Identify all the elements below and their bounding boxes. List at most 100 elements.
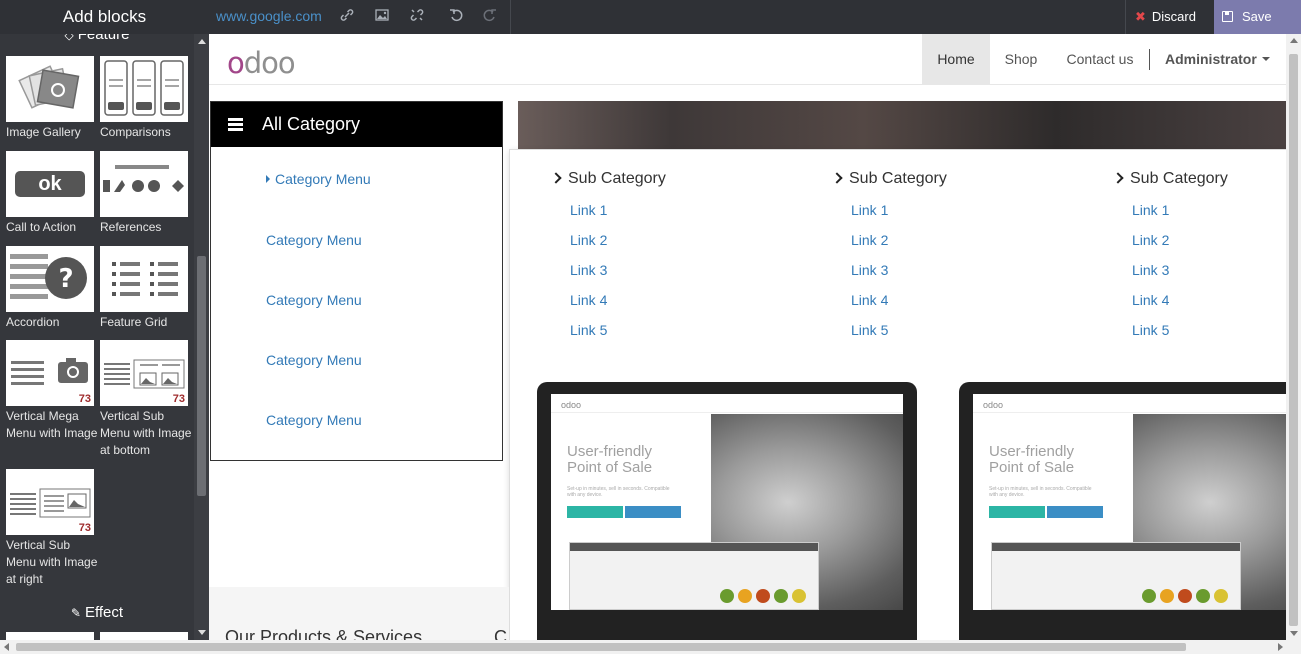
snippet-label: Image Gallery xyxy=(6,125,81,139)
toolbar-divider xyxy=(510,0,511,34)
scroll-thumb[interactable] xyxy=(1289,54,1298,626)
scroll-left-icon[interactable] xyxy=(4,643,9,651)
screen-logo: odoo xyxy=(561,400,582,410)
scroll-up-icon[interactable] xyxy=(198,39,206,44)
nav-divider xyxy=(1149,49,1150,70)
snippet-vertical-sub-menu-bottom[interactable]: 73 Vertical Sub Menu with Image at botto… xyxy=(100,340,194,459)
scroll-right-icon[interactable] xyxy=(1278,643,1283,651)
scroll-up-icon[interactable] xyxy=(1290,38,1298,43)
scroll-down-icon[interactable] xyxy=(1290,631,1298,636)
ok-button-graphic: ok xyxy=(15,171,85,197)
snippet-comparisons[interactable]: Comparisons xyxy=(100,56,194,141)
products-heading: Our Products & Services xyxy=(225,627,423,640)
undo-icon[interactable] xyxy=(447,8,465,26)
sub-category-title: Sub Category xyxy=(568,170,666,187)
category-menu-item[interactable]: Category Menu xyxy=(266,171,371,187)
snippet-label: Call to Action xyxy=(6,220,77,234)
sub-category-link[interactable]: Link 3 xyxy=(570,255,800,285)
nav-contact-us[interactable]: Contact us xyxy=(1055,34,1145,85)
laptop-image: odoo User-friendly Point of Sale Set-up i… xyxy=(959,382,1286,640)
save-button[interactable]: Save xyxy=(1214,0,1301,34)
screen-headline-2: Point of Sale xyxy=(989,459,1075,476)
comparisons-thumb xyxy=(100,56,188,122)
sub-category-heading[interactable]: Sub Category xyxy=(550,168,800,190)
sub-category-link[interactable]: Link 5 xyxy=(1132,315,1286,345)
sub-category-link[interactable]: Link 5 xyxy=(570,315,800,345)
sub-category-heading[interactable]: Sub Category xyxy=(831,168,1081,190)
screen-headline-1: User-friendly xyxy=(567,443,653,460)
sub-category-heading[interactable]: Sub Category xyxy=(1112,168,1286,190)
sub-category-link[interactable]: Link 1 xyxy=(570,195,800,225)
sub-category-link[interactable]: Link 1 xyxy=(851,195,1081,225)
screen-headline: User-friendly Point of Sale xyxy=(567,444,652,476)
page-vertical-scrollbar[interactable] xyxy=(1286,34,1301,640)
sub-category-link[interactable]: Link 4 xyxy=(570,285,800,315)
sub-category-link[interactable]: Link 5 xyxy=(851,315,1081,345)
screen-pos-ui xyxy=(991,542,1241,610)
close-icon: ✖ xyxy=(1135,9,1146,24)
link-url[interactable]: www.google.com xyxy=(216,0,322,33)
screen-nav-line xyxy=(551,412,903,413)
discard-label: Discard xyxy=(1151,9,1196,24)
discard-button[interactable]: ✖ Discard xyxy=(1125,0,1214,34)
scroll-down-icon[interactable] xyxy=(198,630,206,635)
all-category-header[interactable]: All Category xyxy=(211,102,502,147)
nav-home[interactable]: Home xyxy=(922,34,990,85)
references-thumb xyxy=(100,151,188,217)
screen-headline-1: User-friendly xyxy=(989,443,1075,460)
redo-icon[interactable] xyxy=(481,8,499,26)
snippet-feature-grid[interactable]: Feature Grid xyxy=(100,246,194,331)
nav-shop[interactable]: Shop xyxy=(990,34,1052,85)
sub-category-column: Sub Category Link 1 Link 2 Link 3 Link 4… xyxy=(831,168,1081,345)
sub-category-link[interactable]: Link 2 xyxy=(570,225,800,255)
category-menu-label: Category Menu xyxy=(275,171,371,187)
snippet-label: Accordion xyxy=(6,315,60,329)
sub-category-link[interactable]: Link 2 xyxy=(1132,225,1286,255)
snippet-call-to-action[interactable]: ok Call to Action xyxy=(6,151,100,236)
screen-subtitle: Set-up in minutes, sell in seconds. Comp… xyxy=(989,486,1092,498)
chevron-right-icon xyxy=(1112,172,1124,184)
snippet-thumb-partial[interactable] xyxy=(100,632,188,640)
screen-subtitle: Set-up in minutes, sell in seconds. Comp… xyxy=(567,486,670,498)
category-menu-item[interactable]: Category Menu xyxy=(266,292,362,308)
vertical-sub-menu-right-thumb: 73 xyxy=(6,469,94,535)
vertical-sub-menu-bottom-thumb: 73 xyxy=(100,340,188,406)
screen-button xyxy=(1047,506,1103,518)
snippet-thumb-partial[interactable] xyxy=(6,632,94,640)
snippet-badge: 73 xyxy=(78,393,91,405)
sub-category-link[interactable]: Link 2 xyxy=(851,225,1081,255)
sub-category-link[interactable]: Link 1 xyxy=(1132,195,1286,225)
scroll-thumb[interactable] xyxy=(197,256,206,496)
category-menu-item[interactable]: Category Menu xyxy=(266,352,362,368)
snippet-accordion[interactable]: ? Accordion xyxy=(6,246,100,331)
floppy-disk-icon xyxy=(1222,11,1233,22)
sub-category-link[interactable]: Link 3 xyxy=(851,255,1081,285)
sub-category-link[interactable]: Link 3 xyxy=(1132,255,1286,285)
caret-down-icon xyxy=(1261,57,1270,61)
section-feature: ◇ Feature xyxy=(0,34,194,43)
category-menu-item[interactable]: Category Menu xyxy=(266,412,362,428)
snippet-references[interactable]: References xyxy=(100,151,194,236)
sub-category-link[interactable]: Link 4 xyxy=(1132,285,1286,315)
link-icon[interactable] xyxy=(338,8,356,26)
nav-user-menu[interactable]: Administrator xyxy=(1165,34,1270,85)
image-icon[interactable] xyxy=(373,8,391,26)
section-effect: ✎ Effect xyxy=(0,604,194,621)
sub-category-link[interactable]: Link 4 xyxy=(851,285,1081,315)
laptop-screen: odoo User-friendly Point of Sale Set-up i… xyxy=(551,394,903,610)
snippet-vertical-mega-menu[interactable]: 73 Vertical Mega Menu with Image xyxy=(6,340,100,442)
snippets-panel: ◇ Feature Image Gallery Comparisons ok C… xyxy=(0,34,209,640)
scroll-thumb[interactable] xyxy=(16,643,1186,651)
banner-image xyxy=(518,101,1286,150)
panel-scrollbar[interactable] xyxy=(194,34,209,640)
category-menu-item[interactable]: Category Menu xyxy=(266,232,362,248)
unlink-icon[interactable] xyxy=(408,8,426,26)
page-horizontal-scrollbar[interactable] xyxy=(0,640,1301,654)
snippet-label: Vertical Mega Menu with Image xyxy=(6,409,98,440)
snippet-label: Comparisons xyxy=(100,125,171,139)
snippet-vertical-sub-menu-right[interactable]: 73 Vertical Sub Menu with Image at right xyxy=(6,469,100,588)
odoo-logo[interactable]: odoo xyxy=(227,46,296,80)
website-preview: odoo Home Shop Contact us Administrator … xyxy=(209,34,1286,640)
snippet-image-gallery[interactable]: Image Gallery xyxy=(6,56,100,141)
screen-headline-2: Point of Sale xyxy=(567,459,653,476)
